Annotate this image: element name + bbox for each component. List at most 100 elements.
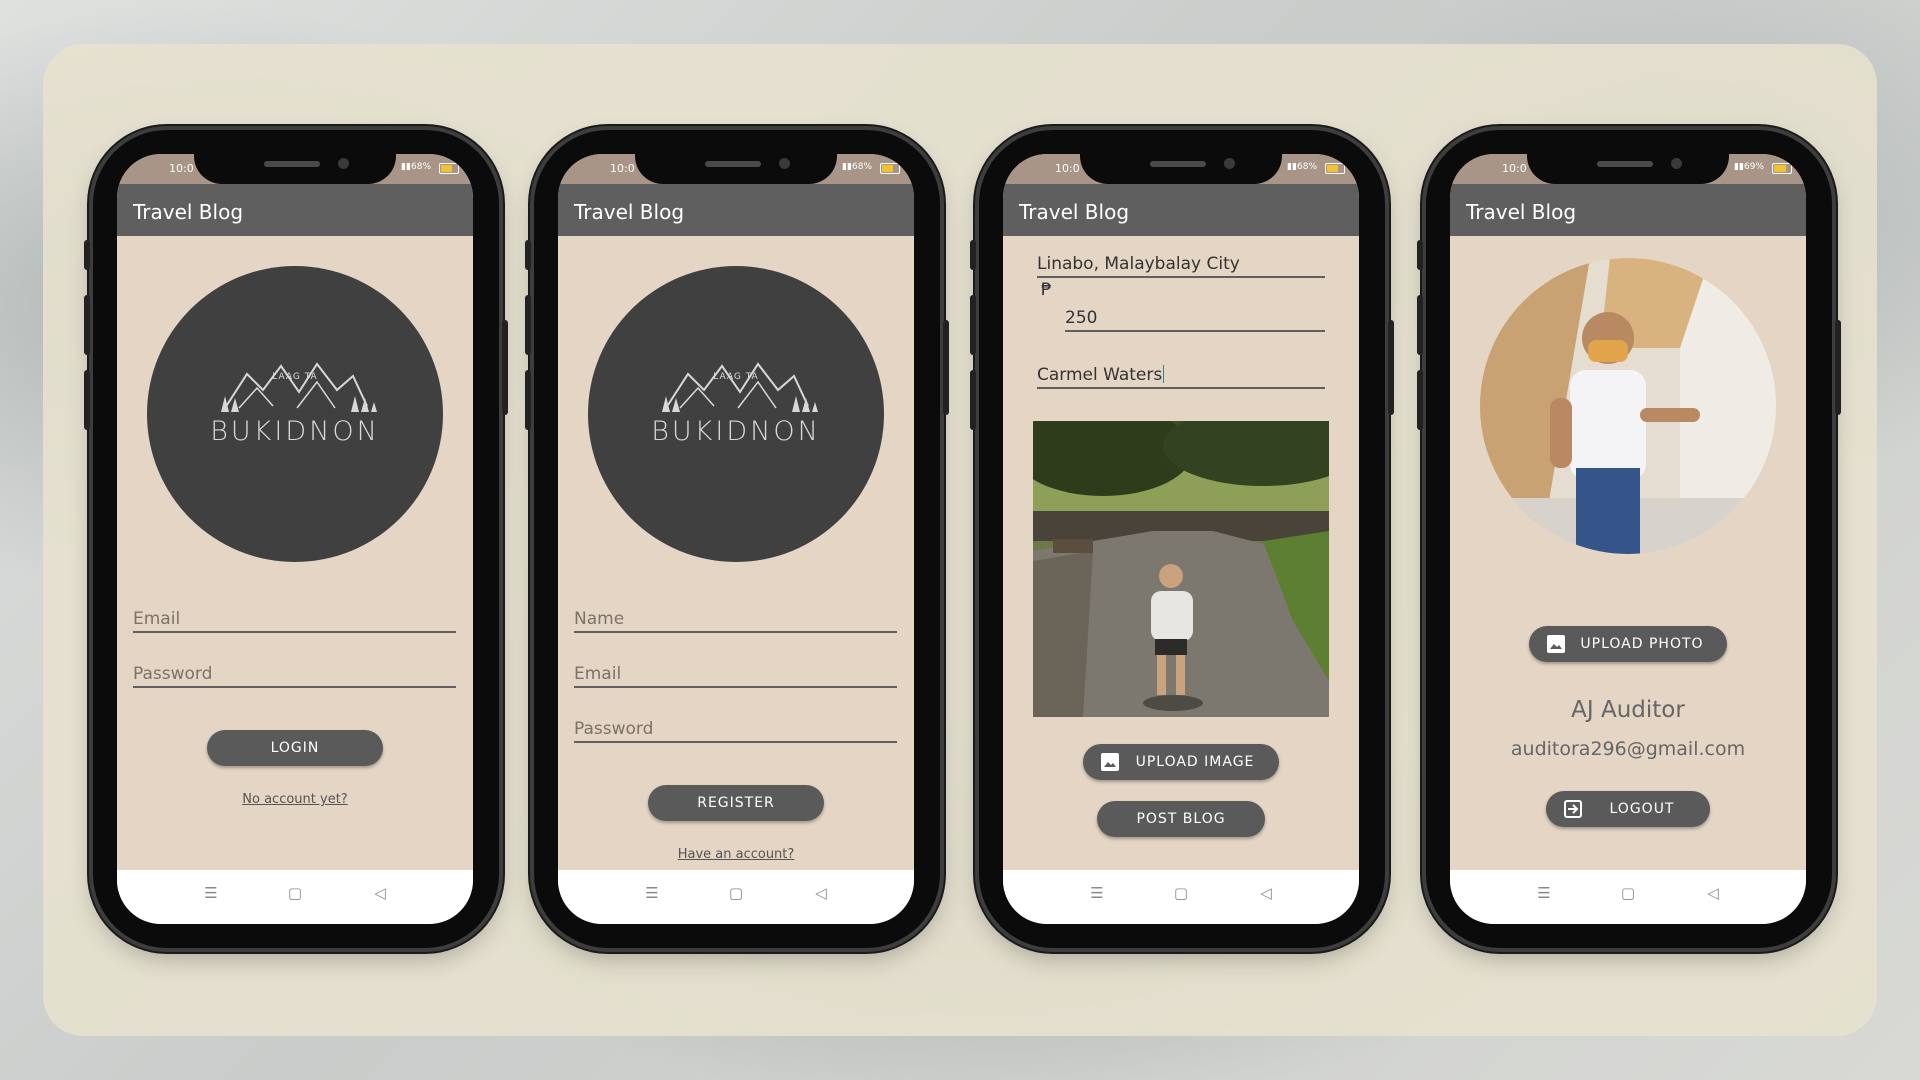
- no-account-link[interactable]: No account yet?: [117, 792, 473, 807]
- battery-icon: [439, 163, 459, 174]
- place-field[interactable]: Carmel Waters: [1037, 353, 1325, 389]
- nav-bar: ☰ ▢ ◁: [117, 870, 473, 924]
- app-bar: Travel Blog: [1450, 184, 1806, 236]
- camera-icon: [1671, 158, 1682, 169]
- camera-icon: [338, 158, 349, 169]
- battery-icon: [1772, 163, 1792, 174]
- place-value: Carmel Waters: [1037, 365, 1165, 385]
- status-time: 10:0: [610, 162, 635, 175]
- mountains-icon: [662, 362, 818, 412]
- battery-icon: [1325, 163, 1345, 174]
- login-button[interactable]: LOGIN: [207, 730, 383, 766]
- avatar: [1480, 258, 1776, 554]
- signal-icon: ▮▮: [1287, 162, 1297, 172]
- logo-tagline: LAAG TA: [272, 372, 318, 382]
- logout-label: LOGOUT: [1609, 801, 1675, 817]
- side-button: [525, 240, 531, 270]
- side-button: [1417, 295, 1423, 355]
- price-field[interactable]: 250: [1065, 296, 1325, 332]
- speaker: [264, 161, 320, 167]
- battery-percent: 69%: [1744, 162, 1765, 172]
- email-field[interactable]: Email: [133, 597, 456, 633]
- signal-icon: ▮▮: [842, 162, 852, 172]
- side-button: [84, 240, 90, 270]
- user-name: AJ Auditor: [1571, 697, 1685, 723]
- status-time: 10:0: [169, 162, 194, 175]
- status-time: 10:0: [1055, 162, 1080, 175]
- have-account-link[interactable]: Have an account?: [558, 847, 914, 862]
- logo-text: BUKIDNON: [651, 416, 821, 447]
- nav-bar: ☰ ▢ ◁: [1450, 870, 1806, 924]
- name-placeholder: Name: [574, 609, 625, 629]
- status-time: 10:0: [1502, 162, 1527, 175]
- password-field[interactable]: Password: [133, 652, 456, 688]
- app-bar: Travel Blog: [558, 184, 914, 236]
- menu-icon[interactable]: ☰: [1087, 884, 1107, 902]
- app-logo: LAAG TA BUKIDNON: [588, 266, 884, 562]
- side-button: [970, 240, 976, 270]
- back-icon[interactable]: ◁: [1703, 884, 1723, 902]
- register-button[interactable]: REGISTER: [648, 785, 824, 821]
- phone-login: 10:0 ▮▮ 68% Travel Blog LAAG TA BUKIDNON…: [84, 130, 508, 948]
- app-logo: LAAG TA BUKIDNON: [147, 266, 443, 562]
- side-button: [943, 320, 949, 415]
- peso-icon: ₱: [1041, 280, 1052, 300]
- menu-icon[interactable]: ☰: [201, 884, 221, 902]
- nav-bar: ☰ ▢ ◁: [1003, 870, 1359, 924]
- side-button: [525, 370, 531, 430]
- name-field[interactable]: Name: [574, 597, 897, 633]
- app-bar: Travel Blog: [1003, 184, 1359, 236]
- app-title: Travel Blog: [574, 200, 685, 224]
- app-title: Travel Blog: [1019, 200, 1130, 224]
- back-icon[interactable]: ◁: [1256, 884, 1276, 902]
- side-button: [1417, 370, 1423, 430]
- side-button: [970, 295, 976, 355]
- phone-post-blog: 10:0 ▮▮ 68% Travel Blog Linabo, Malaybal…: [970, 130, 1394, 948]
- notch: [1080, 154, 1282, 184]
- upload-image-label: UPLOAD IMAGE: [1135, 754, 1255, 770]
- menu-icon[interactable]: ☰: [1534, 884, 1554, 902]
- upload-image-button[interactable]: UPLOAD IMAGE: [1083, 744, 1279, 780]
- mountains-icon: [221, 362, 377, 412]
- signal-icon: ▮▮: [401, 162, 411, 172]
- location-field[interactable]: Linabo, Malaybalay City: [1037, 242, 1325, 278]
- logout-button[interactable]: LOGOUT: [1546, 791, 1710, 827]
- post-blog-label: POST BLOG: [1136, 811, 1226, 827]
- notch: [1527, 154, 1729, 184]
- home-icon[interactable]: ▢: [1171, 884, 1191, 902]
- side-button: [525, 295, 531, 355]
- screen: 10:0 ▮▮ 68% Travel Blog Linabo, Malaybal…: [1003, 154, 1359, 924]
- side-button: [502, 320, 508, 415]
- side-button: [970, 370, 976, 430]
- side-button: [84, 370, 90, 430]
- back-icon[interactable]: ◁: [811, 884, 831, 902]
- login-button-label: LOGIN: [270, 740, 320, 756]
- home-icon[interactable]: ▢: [726, 884, 746, 902]
- notch: [194, 154, 396, 184]
- password-placeholder: Password: [133, 664, 213, 684]
- profile-photo: [1480, 258, 1776, 554]
- speaker: [1150, 161, 1206, 167]
- email-field[interactable]: Email: [574, 652, 897, 688]
- upload-photo-button[interactable]: UPLOAD PHOTO: [1529, 626, 1727, 662]
- logo-text: BUKIDNON: [210, 416, 380, 447]
- logo-tagline: LAAG TA: [713, 372, 759, 382]
- battery-percent: 68%: [1297, 162, 1318, 172]
- register-button-label: REGISTER: [697, 795, 775, 811]
- post-blog-button[interactable]: POST BLOG: [1097, 801, 1265, 837]
- speaker: [1597, 161, 1653, 167]
- screen: 10:0 ▮▮ 68% Travel Blog LAAG TA BUKIDNON…: [558, 154, 914, 924]
- blog-photo-image: [1033, 421, 1329, 717]
- side-button: [1388, 320, 1394, 415]
- menu-icon[interactable]: ☰: [642, 884, 662, 902]
- battery-icon: [880, 163, 900, 174]
- phone-profile: 10:0 ▮▮ 69% Travel Blog UPLOAD PHOTO AJ …: [1417, 130, 1841, 948]
- back-icon[interactable]: ◁: [370, 884, 390, 902]
- home-icon[interactable]: ▢: [285, 884, 305, 902]
- password-field[interactable]: Password: [574, 707, 897, 743]
- password-placeholder: Password: [574, 719, 654, 739]
- email-placeholder: Email: [574, 664, 622, 684]
- battery-percent: 68%: [411, 162, 432, 172]
- notch: [635, 154, 837, 184]
- home-icon[interactable]: ▢: [1618, 884, 1638, 902]
